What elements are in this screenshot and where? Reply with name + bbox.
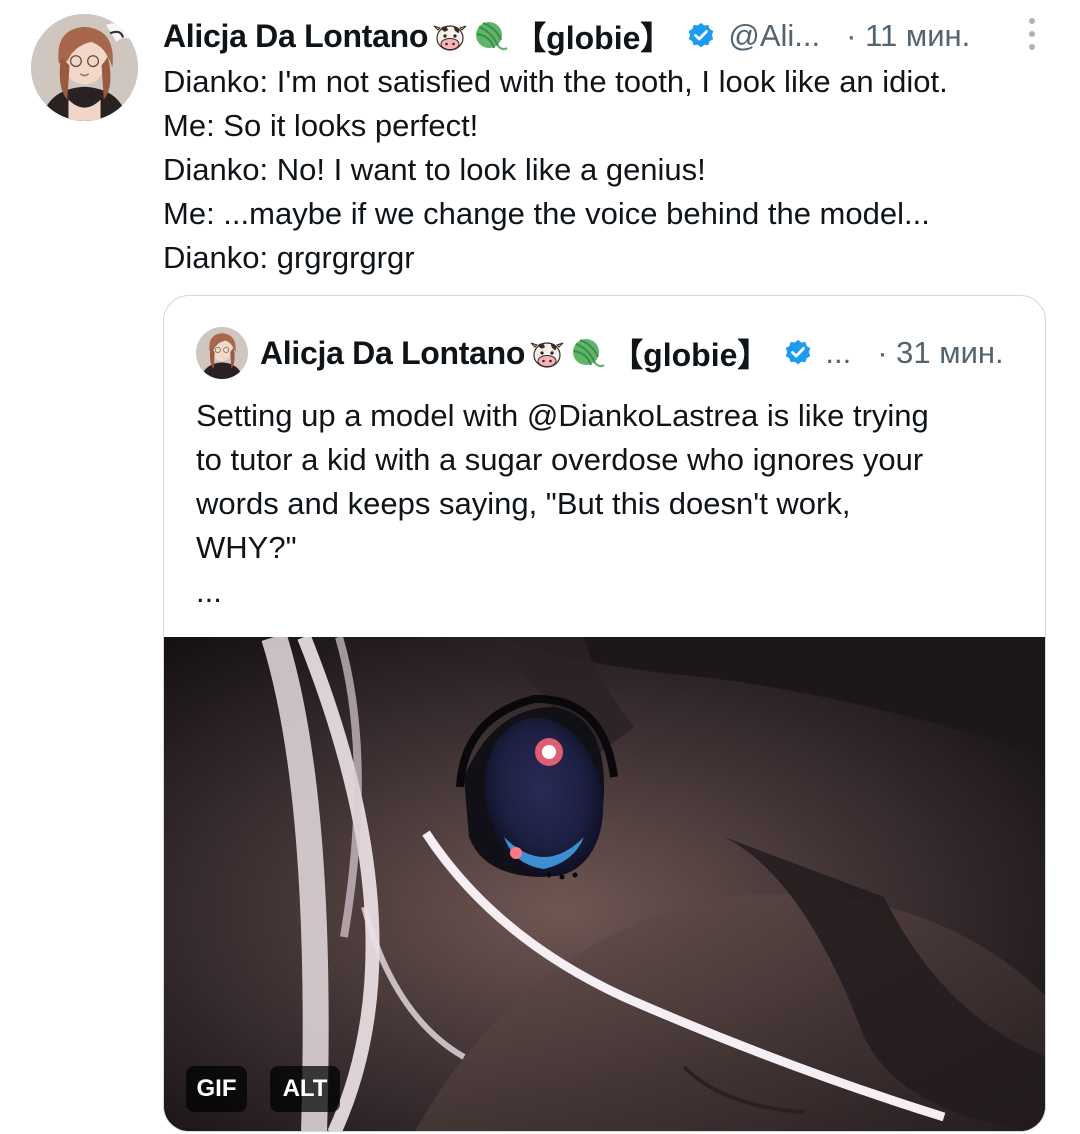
post-line: Dianko: I'm not satisfied with the tooth… (163, 64, 948, 99)
more-options-icon[interactable] (1022, 18, 1042, 54)
quoted-author-tag: 【globie】 (611, 337, 770, 373)
post-line: Dianko: grgrgrgrgr (163, 240, 415, 275)
cow-face-icon (432, 18, 468, 54)
tweet[interactable]: Alicja Da Lontano 【globie】 @Ali... · 11 … (0, 0, 1080, 1134)
avatar-image (31, 14, 138, 121)
author-name[interactable]: Alicja Da Lontano (163, 18, 428, 55)
quoted-media-gif[interactable] (164, 637, 1045, 1131)
yarn-ball-icon (472, 18, 508, 54)
post-line: Me: So it looks perfect! (163, 108, 479, 143)
quoted-line: to tutor a kid with a sugar overdose who… (196, 442, 924, 477)
quoted-text: Setting up a model with @DiankoLastrea i… (196, 394, 1016, 610)
verified-badge-icon (783, 338, 813, 368)
author-avatar[interactable] (31, 14, 138, 121)
quoted-line: Setting up a model with @DiankoLastrea i… (196, 398, 929, 433)
verified-badge-icon[interactable] (686, 21, 716, 51)
quoted-timestamp: · 31 мин. (877, 335, 1004, 370)
quoted-tweet[interactable]: Alicja Da Lontano 【globie】 ... · 31 мин.… (163, 295, 1046, 1132)
quoted-line: WHY?" (196, 530, 297, 565)
quoted-author-avatar (196, 327, 248, 379)
author-handle[interactable]: @Ali... (728, 18, 820, 54)
post-timestamp[interactable]: · 11 мин. (846, 18, 970, 54)
alt-text-button[interactable]: ALT (270, 1066, 340, 1112)
yarn-ball-icon (569, 335, 605, 371)
quoted-tweet-header: Alicja Da Lontano 【globie】 ... · 31 мин. (196, 326, 1026, 380)
quoted-author-name: Alicja Da Lontano (260, 334, 526, 371)
author-tag: 【globie】 (514, 20, 673, 56)
quoted-author-handle: ... (825, 335, 852, 370)
gif-badge: GIF (186, 1066, 247, 1112)
post-line: Dianko: No! I want to look like a genius… (163, 152, 706, 187)
tweet-header: Alicja Da Lontano 【globie】 @Ali... · 11 … (163, 14, 1043, 58)
anime-eye-image (164, 637, 1045, 1131)
post-text: Dianko: I'm not satisfied with the tooth… (163, 60, 1043, 280)
quoted-truncation: ... (196, 574, 222, 609)
cow-face-icon (529, 335, 565, 371)
quoted-line: words and keeps saying, "But this doesn'… (196, 486, 851, 521)
post-line: Me: ...maybe if we change the voice behi… (163, 196, 930, 231)
